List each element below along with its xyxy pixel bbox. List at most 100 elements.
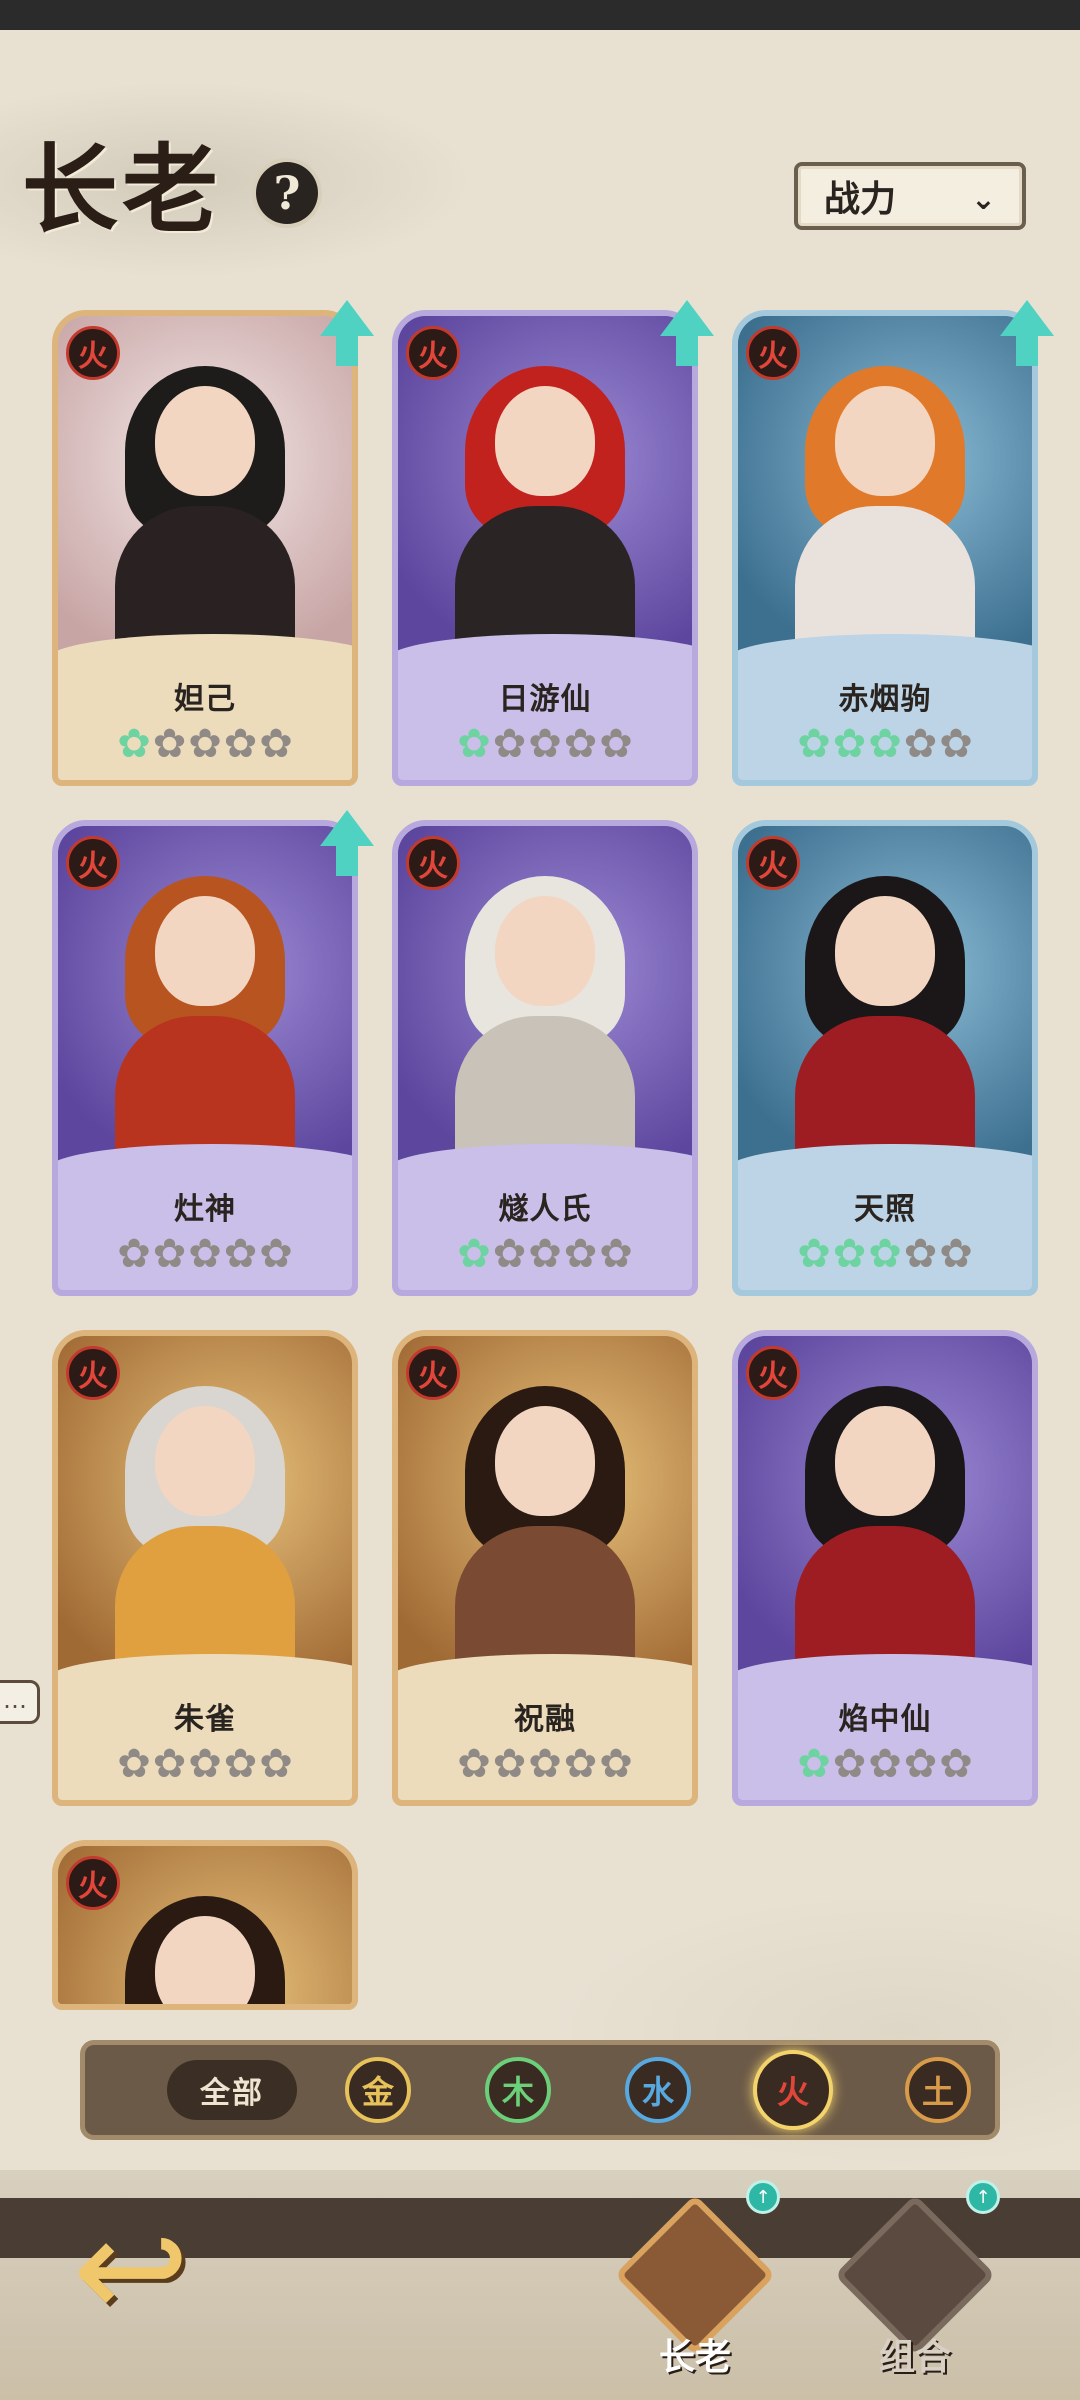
character-card[interactable]: 妲己 ✿ ✿ ✿ ✿ ✿ 火 [52,310,358,786]
fire-element-icon: 火 [406,326,460,380]
star-icon: ✿ [223,1741,258,1787]
star-rating: ✿ ✿ ✿ ✿ ✿ [58,1232,352,1276]
star-icon: ✿ [117,721,151,767]
star-icon: ✿ [528,721,562,767]
fire-element-icon: 火 [746,1346,800,1400]
card-banner: 灶神 ✿ ✿ ✿ ✿ ✿ [58,1144,352,1290]
card-banner: 祝融 ✿ ✿ ✿ ✿ ✿ [398,1654,692,1800]
nav-tab-1[interactable]: 组合 ↑ [834,2180,1000,2378]
star-icon: ✿ [939,721,973,767]
character-card[interactable]: 天照 ✿ ✿ ✿ ✿ ✿ 火 [732,820,1038,1296]
star-icon: ✿ [563,721,598,767]
star-icon: ✿ [457,1231,491,1277]
chevron-down-icon: ⌄ [970,182,996,217]
nav-tab-0[interactable]: 长老 ↑ [614,2180,780,2378]
star-rating: ✿ ✿ ✿ ✿ ✿ [738,1232,1032,1276]
filter-element-0[interactable]: 金 [345,2057,411,2123]
star-rating: ✿ ✿ ✿ ✿ ✿ [738,722,1032,766]
upgrade-arrow-icon [660,300,714,370]
character-card[interactable]: 祝融 ✿ ✿ ✿ ✿ ✿ 火 [392,1330,698,1806]
fire-element-icon: 火 [66,1346,120,1400]
card-banner: 天照 ✿ ✿ ✿ ✿ ✿ [738,1144,1032,1290]
filter-element-4[interactable]: 土 [905,2057,971,2123]
star-icon: ✿ [188,721,222,767]
fire-element-icon: 火 [66,1856,120,1910]
star-icon: ✿ [832,1231,867,1277]
star-icon: ✿ [117,1231,151,1277]
character-name: 日游仙 [498,682,592,717]
character-name: 焰中仙 [838,1702,932,1737]
star-icon: ✿ [528,1231,562,1277]
fire-element-icon: 火 [66,326,120,380]
character-name: 灶神 [174,1192,236,1227]
star-icon: ✿ [152,1741,187,1787]
status-bar [0,0,1080,30]
star-icon: ✿ [492,721,527,767]
star-icon: ✿ [868,1741,902,1787]
card-banner: 燧人氏 ✿ ✿ ✿ ✿ ✿ [398,1144,692,1290]
sort-label: 战力 [824,179,897,220]
filter-element-3[interactable]: 火 [753,2050,833,2130]
star-icon: ✿ [259,1231,293,1277]
star-icon: ✿ [832,721,867,767]
fire-element-icon: 火 [746,836,800,890]
help-icon[interactable]: ? [256,162,318,224]
filter-all-button[interactable]: 全部 [167,2060,297,2120]
character-name: 妲己 [174,682,236,717]
fire-element-icon: 火 [406,836,460,890]
sort-dropdown[interactable]: 战力 ⌄ [794,162,1026,230]
star-icon: ✿ [797,1741,831,1787]
star-icon: ✿ [528,1741,562,1787]
element-filter-bar: 全部 金 木 水火 土 [80,2040,1000,2140]
upgrade-arrow-icon [320,810,374,880]
card-banner: 朱雀 ✿ ✿ ✿ ✿ ✿ [58,1654,352,1800]
star-icon: ✿ [152,721,187,767]
star-icon: ✿ [868,721,902,767]
star-icon: ✿ [259,721,293,767]
character-card[interactable]: 火 [52,1840,358,2010]
star-rating: ✿ ✿ ✿ ✿ ✿ [398,1232,692,1276]
character-card[interactable]: 日游仙 ✿ ✿ ✿ ✿ ✿ 火 [392,310,698,786]
star-icon: ✿ [903,1231,938,1277]
tab-label: 长老 [658,2337,731,2378]
filter-element-2[interactable]: 水 [625,2057,691,2123]
card-banner: 焰中仙 ✿ ✿ ✿ ✿ ✿ [738,1654,1032,1800]
star-rating: ✿ ✿ ✿ ✿ ✿ [58,722,352,766]
upgrade-arrow-icon [320,300,374,370]
star-icon: ✿ [797,1231,831,1277]
chat-bubble-icon[interactable]: … [0,1680,40,1724]
character-card[interactable]: 朱雀 ✿ ✿ ✿ ✿ ✿ 火 [52,1330,358,1806]
character-name: 燧人氏 [498,1192,592,1227]
card-banner: 日游仙 ✿ ✿ ✿ ✿ ✿ [398,634,692,780]
upgrade-badge-icon: ↑ [966,2180,1000,2214]
star-icon: ✿ [903,721,938,767]
upgrade-arrow-icon [1000,300,1054,370]
filter-element-1[interactable]: 木 [485,2057,551,2123]
star-rating: ✿ ✿ ✿ ✿ ✿ [398,722,692,766]
star-icon: ✿ [797,721,831,767]
star-rating: ✿ ✿ ✿ ✿ ✿ [738,1742,1032,1786]
star-icon: ✿ [868,1231,902,1277]
character-name: 朱雀 [174,1702,236,1737]
page-title: 长老 [22,133,222,246]
card-banner: 妲己 ✿ ✿ ✿ ✿ ✿ [58,634,352,780]
star-icon: ✿ [832,1741,867,1787]
fire-element-icon: 火 [746,326,800,380]
character-name: 天照 [854,1192,916,1227]
star-rating: ✿ ✿ ✿ ✿ ✿ [398,1742,692,1786]
star-icon: ✿ [188,1231,222,1277]
star-icon: ✿ [492,1231,527,1277]
character-card[interactable]: 灶神 ✿ ✿ ✿ ✿ ✿ 火 [52,820,358,1296]
character-card[interactable]: 赤烟驹 ✿ ✿ ✿ ✿ ✿ 火 [732,310,1038,786]
star-icon: ✿ [903,1741,938,1787]
star-icon: ✿ [599,721,633,767]
fire-element-icon: 火 [66,836,120,890]
character-card[interactable]: 燧人氏 ✿ ✿ ✿ ✿ ✿ 火 [392,820,698,1296]
upgrade-badge-icon: ↑ [746,2180,780,2214]
back-arrow-icon[interactable]: ↩ [56,2200,206,2340]
star-icon: ✿ [599,1231,633,1277]
star-icon: ✿ [457,1741,491,1787]
star-icon: ✿ [939,1741,973,1787]
character-card[interactable]: 焰中仙 ✿ ✿ ✿ ✿ ✿ 火 [732,1330,1038,1806]
star-icon: ✿ [939,1231,973,1277]
